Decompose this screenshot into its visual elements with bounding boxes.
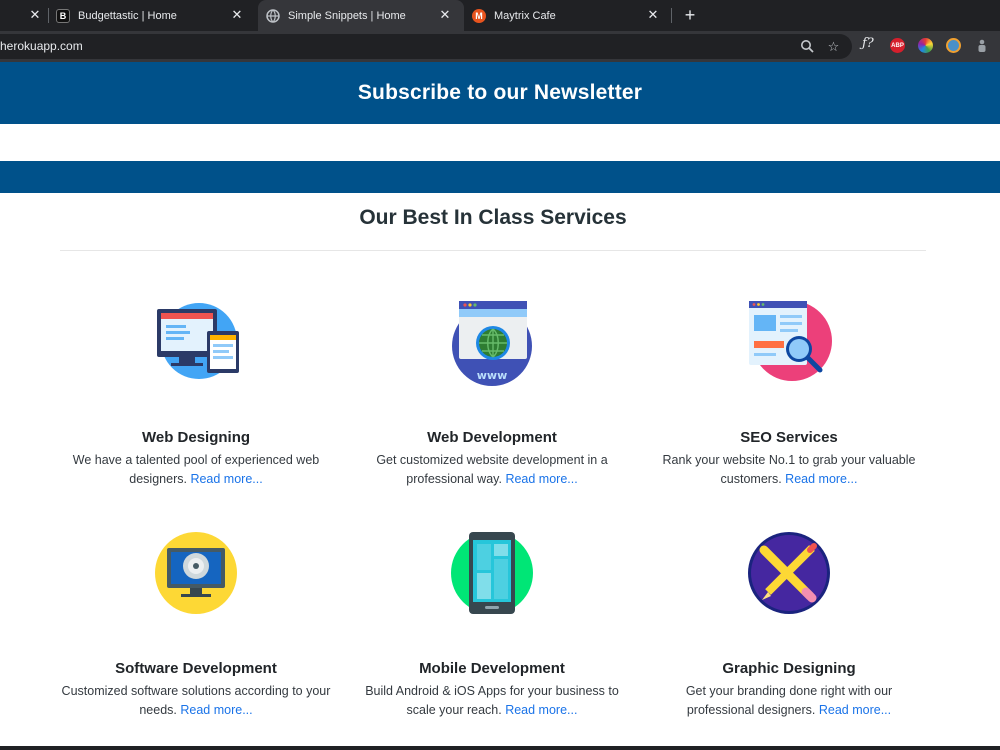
close-tab-icon[interactable]: ✕	[230, 8, 244, 22]
tab-simple-snippets[interactable]: Simple Snippets | Home ✕	[258, 0, 464, 31]
seo-services-icon	[744, 301, 834, 391]
close-tab-icon[interactable]: ✕	[438, 8, 452, 22]
read-more-link[interactable]: Read more...	[785, 472, 857, 486]
new-tab-icon[interactable]: +	[681, 5, 699, 25]
service-card-seo-services: SEO Services Rank your website No.1 to g…	[641, 301, 937, 489]
read-more-link[interactable]: Read more...	[505, 703, 577, 717]
maytrix-favicon-icon: M	[472, 8, 486, 23]
service-description: Rank your website No.1 to grab your valu…	[662, 453, 916, 486]
service-title: Web Designing	[141, 429, 251, 446]
svg-text:www: www	[477, 369, 508, 382]
read-more-link[interactable]: Read more...	[180, 703, 252, 717]
service-description: Get your branding done right with our pr…	[685, 684, 893, 717]
page-bottom-edge	[0, 746, 1000, 750]
browser-tab-bar: ✕ B Budgettastic | Home ✕ Simple Snippet…	[0, 0, 1000, 31]
budgettastic-favicon-icon: B	[56, 8, 70, 23]
bookmark-star-icon[interactable]: ☆	[826, 39, 841, 54]
software-development-icon	[151, 532, 241, 622]
newsletter-banner: Subscribe to our Newsletter	[0, 62, 1000, 124]
tab-partial[interactable]: ✕	[0, 0, 48, 31]
services-section-title: Our Best In Class Services	[359, 206, 627, 229]
service-card-software-development: Software Development Customized software…	[48, 532, 344, 720]
newsletter-form-area	[0, 124, 1000, 161]
newsletter-title: Subscribe to our Newsletter	[357, 81, 643, 104]
service-description: Customized software solutions according …	[61, 684, 331, 717]
zoom-search-icon[interactable]	[799, 39, 814, 54]
service-title: Software Development	[115, 660, 277, 677]
service-title: Mobile Development	[419, 660, 565, 677]
url-text[interactable]: herokuapp.com	[0, 39, 83, 53]
web-development-icon: www	[447, 301, 537, 391]
address-bar[interactable]: herokuapp.com ☆	[0, 34, 852, 59]
tab-separator	[671, 8, 672, 23]
tab-title: Maytrix Cafe	[494, 9, 556, 22]
tab-title: Budgettastic | Home	[78, 9, 177, 22]
read-more-link[interactable]: Read more...	[190, 472, 262, 486]
service-description: We have a talented pool of experienced w…	[72, 453, 320, 486]
web-designing-icon	[151, 301, 241, 391]
color-extension-icon[interactable]	[918, 38, 933, 53]
service-title: Graphic Designing	[722, 660, 856, 677]
service-title: SEO Services	[740, 429, 838, 446]
tab-title: Simple Snippets | Home	[288, 9, 406, 22]
service-card-web-development: www Web Development Get customized websi…	[344, 301, 640, 489]
service-card-mobile-development: Mobile Development Build Android & iOS A…	[344, 532, 640, 720]
section-divider-band	[0, 161, 1000, 193]
globe-icon	[266, 8, 280, 23]
service-description: Get customized website development in a …	[376, 453, 608, 486]
read-more-link[interactable]: Read more...	[819, 703, 891, 717]
profile-extension-icon[interactable]	[974, 38, 989, 53]
adblock-extension-icon[interactable]: ABP	[890, 38, 905, 53]
font-extension-icon[interactable]: ƒ?	[862, 36, 874, 51]
service-description: Build Android & iOS Apps for your busine…	[365, 684, 619, 717]
close-tab-icon[interactable]: ✕	[28, 8, 42, 22]
extension-icon[interactable]	[946, 38, 961, 53]
service-card-graphic-designing: Graphic Designing Get your branding done…	[641, 532, 937, 720]
close-tab-icon[interactable]: ✕	[646, 8, 660, 22]
tab-maytrix-cafe[interactable]: M Maytrix Cafe ✕	[472, 0, 672, 31]
browser-toolbar: herokuapp.com ☆	[0, 31, 1000, 62]
read-more-link[interactable]: Read more...	[505, 472, 577, 486]
graphic-designing-icon	[744, 532, 834, 622]
tab-separator	[48, 8, 49, 23]
service-title: Web Development	[427, 429, 557, 446]
section-divider	[60, 250, 926, 251]
service-card-web-designing: Web Designing We have a talented pool of…	[48, 301, 344, 489]
tab-budgettastic[interactable]: B Budgettastic | Home ✕	[56, 0, 256, 31]
mobile-development-icon	[447, 532, 537, 622]
